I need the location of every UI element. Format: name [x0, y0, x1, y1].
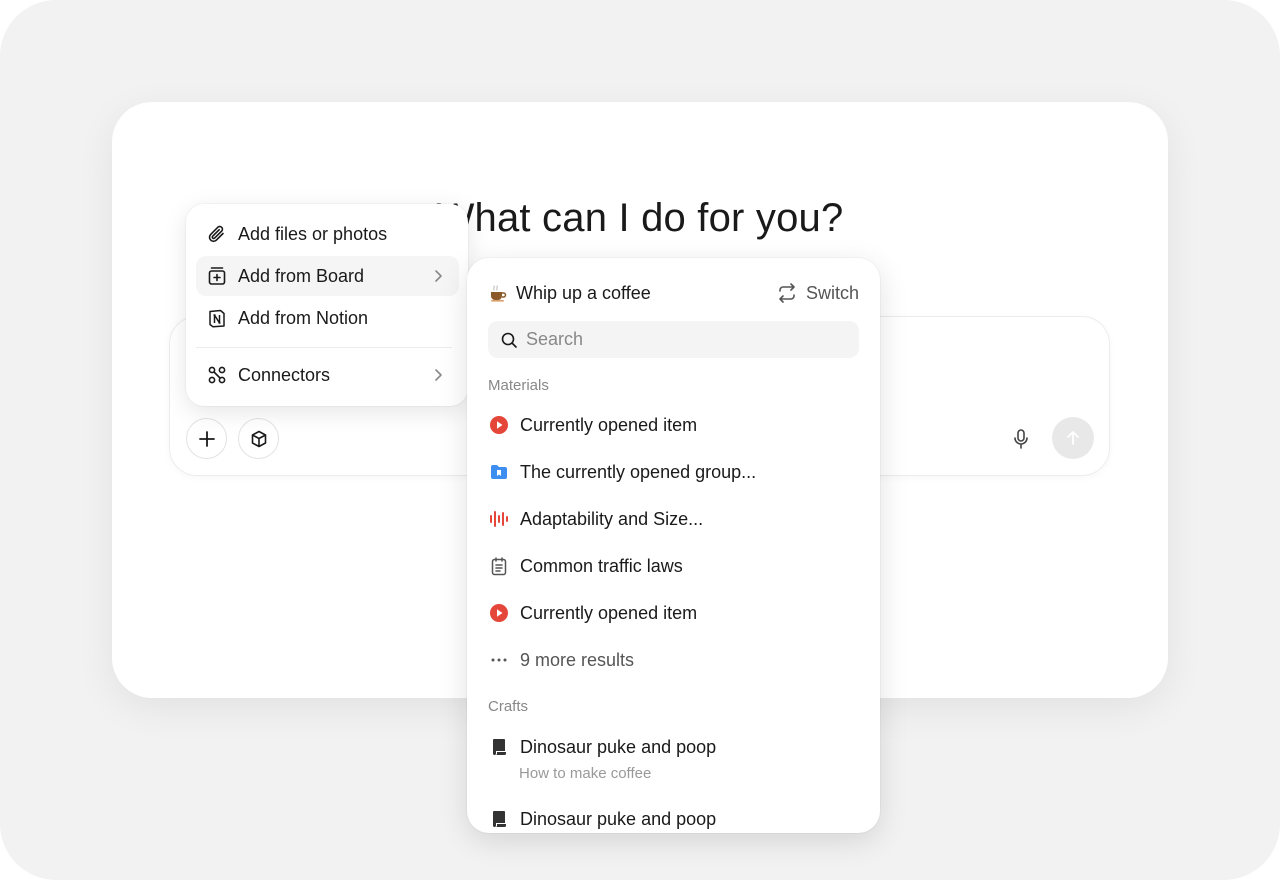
menu-item-label: Add from Notion: [238, 307, 369, 328]
board-add-icon: [208, 267, 226, 285]
chevron-right-icon: [435, 270, 442, 282]
video-play-icon: [490, 604, 508, 622]
switch-board-button[interactable]: Switch: [776, 280, 859, 306]
board-button[interactable]: [238, 418, 279, 459]
swap-icon: [779, 283, 795, 303]
menu-item-add-from-board[interactable]: Add from Board: [196, 256, 459, 296]
board-search[interactable]: [488, 321, 859, 358]
notepad-icon: [491, 557, 507, 576]
menu-item-add-from-notion[interactable]: Add from Notion: [196, 298, 459, 338]
board-title: Whip up a coffee: [516, 282, 651, 303]
menu-item-label: Add files or photos: [238, 223, 388, 244]
section-header-crafts: Crafts: [488, 698, 529, 715]
craft-item[interactable]: Dinosaur puke and poop: [488, 732, 859, 762]
scroll-icon: [493, 739, 506, 755]
material-label: Currently opened item: [520, 414, 698, 435]
switch-label: Switch: [805, 282, 859, 303]
send-button[interactable]: [1052, 417, 1094, 459]
more-results-label: 9 more results: [520, 649, 635, 670]
microphone-icon: [1014, 428, 1028, 449]
voice-input-button[interactable]: [1002, 418, 1040, 459]
craft-label: Dinosaur puke and poop: [520, 736, 717, 757]
menu-divider: [196, 347, 452, 348]
plus-icon: [198, 430, 215, 447]
menu-item-label: Connectors: [238, 364, 331, 385]
section-header-materials: Materials: [488, 377, 549, 394]
material-item[interactable]: The currently opened group...: [488, 457, 859, 487]
material-label: Currently opened item: [520, 602, 698, 623]
material-item[interactable]: Common traffic laws: [488, 551, 859, 581]
craft-item[interactable]: Dinosaur puke and poop: [488, 804, 859, 833]
arrow-up-icon: [1067, 431, 1079, 445]
more-dots-icon: [491, 658, 507, 662]
folder-icon: [491, 465, 507, 479]
material-item[interactable]: Currently opened item: [488, 598, 859, 628]
connectors-icon: [208, 366, 226, 384]
notion-icon: [209, 309, 225, 328]
board-header: Whip up a coffee Switch: [488, 280, 859, 306]
menu-item-connectors[interactable]: Connectors: [196, 355, 459, 395]
cube-icon: [251, 430, 266, 447]
board-picker-panel: Whip up a coffee Switch Materials Curren…: [467, 258, 880, 833]
add-button[interactable]: [186, 418, 227, 459]
menu-item-add-files[interactable]: Add files or photos: [196, 214, 459, 254]
scroll-icon: [493, 811, 506, 827]
material-item[interactable]: Adaptability and Size...: [488, 504, 859, 534]
material-label: Common traffic laws: [520, 555, 683, 576]
craft-label: Dinosaur puke and poop: [520, 808, 717, 829]
paperclip-icon: [208, 225, 224, 243]
craft-subtitle: How to make coffee: [519, 765, 652, 782]
search-icon: [501, 332, 517, 348]
material-label: The currently opened group...: [520, 461, 757, 482]
material-item[interactable]: Currently opened item: [488, 410, 859, 440]
video-play-icon: [490, 416, 508, 434]
more-results-link[interactable]: 9 more results: [488, 645, 859, 675]
search-input[interactable]: [526, 329, 846, 350]
coffee-icon: [491, 285, 507, 302]
audio-wave-icon: [490, 511, 508, 527]
add-menu: Add files or photos Add from Board Add f…: [186, 204, 468, 406]
menu-item-label: Add from Board: [238, 265, 365, 286]
material-label: Adaptability and Size...: [520, 508, 704, 529]
chevron-right-icon: [435, 369, 442, 381]
